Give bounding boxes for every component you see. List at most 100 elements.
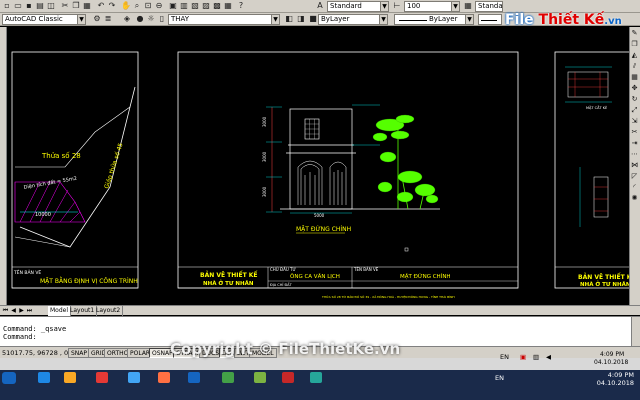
sheet-set-icon[interactable]: ▨ — [201, 1, 211, 11]
left-title-small: TÊN BẢN VẼ — [13, 268, 41, 276]
make-current-icon[interactable]: ◧ — [284, 14, 294, 24]
workspace-settings-icon[interactable]: ⚙ — [92, 14, 102, 24]
lineweight-combo[interactable] — [478, 14, 502, 25]
stretch-icon[interactable]: ⇲ — [630, 117, 639, 126]
markup-icon[interactable]: ▩ — [212, 1, 222, 11]
label-dimension: 10000 — [35, 212, 51, 218]
secondary-taskbar-strip: EN ▣ ▥ ◀ 4:09 PM 04.10.2018 — [0, 351, 640, 370]
extend-icon[interactable]: ⇥ — [630, 139, 639, 148]
mirror-icon[interactable]: ◭ — [630, 51, 639, 60]
clock-lower-time: 4:09 PM — [607, 371, 634, 379]
first-tab-icon[interactable]: ⏮ — [2, 307, 9, 315]
help-icon[interactable]: ? — [236, 1, 246, 11]
pan-icon[interactable]: ✋ — [121, 1, 131, 11]
chamfer-icon[interactable]: ◸ — [630, 172, 639, 181]
table-style-value: Standard — [478, 2, 503, 10]
layout-tabs: ⏮ ◀ ▶ ⏭ Model Layout1 Layout2 — [0, 305, 640, 316]
tray-lang-lower[interactable]: EN — [495, 373, 504, 383]
snap-toggle[interactable]: SNAP — [68, 348, 91, 358]
workspace-combo[interactable]: AutoCAD Classic ▼ — [2, 14, 86, 25]
join-icon[interactable]: ⋈ — [630, 161, 639, 170]
tab-layout2[interactable]: Layout2 — [94, 306, 124, 316]
drawing-canvas[interactable]: Thửa số 28 Giáp thửa số 45 Diện tích đất… — [0, 27, 640, 305]
prev-tab-icon[interactable]: ◀ — [10, 307, 17, 315]
draw-toolbar — [0, 27, 7, 305]
explode-icon[interactable]: ✺ — [630, 194, 639, 203]
chrome-icon[interactable] — [222, 372, 234, 383]
paste-icon[interactable]: ▦ — [82, 1, 92, 11]
sheet-left-titleblock: TÊN BẢN VẼ MẶT BẰNG ĐỊNH VỊ CÔNG TRÌNH — [12, 266, 138, 289]
scale-icon[interactable]: ⤢ — [630, 106, 639, 115]
elevation-caption: MẶT ĐỨNG CHÍNH — [296, 226, 351, 233]
design-center-icon[interactable]: ▥ — [179, 1, 189, 11]
firefox-icon[interactable] — [158, 372, 170, 383]
undo-icon[interactable]: ↶ — [96, 1, 106, 11]
layer-manager-icon[interactable]: ≣ — [103, 14, 113, 24]
layer-previous-icon[interactable]: ◨ — [296, 14, 306, 24]
layer-on-icon[interactable]: ● — [135, 14, 145, 24]
color-combo[interactable]: ByLayer ▼ — [318, 14, 388, 25]
app-teal-icon[interactable] — [310, 372, 322, 383]
save-icon[interactable]: ▪ — [24, 1, 34, 11]
array-icon[interactable]: ▦ — [630, 73, 639, 82]
copy-icon[interactable]: ❐ — [71, 1, 81, 11]
zoom-icon[interactable]: ⌕ — [132, 1, 142, 11]
properties-icon[interactable]: ▣ — [168, 1, 178, 11]
copy-object-icon[interactable]: ❐ — [630, 40, 639, 49]
tool-palettes-icon[interactable]: ▧ — [190, 1, 200, 11]
dim-style-value: 100 — [407, 2, 421, 10]
print-icon[interactable]: ▤ — [35, 1, 45, 11]
erase-icon[interactable]: ✎ — [630, 29, 639, 38]
network-icon[interactable]: ▥ — [533, 352, 539, 362]
move-icon[interactable]: ✥ — [630, 84, 639, 93]
new-icon[interactable]: ▫ — [2, 1, 12, 11]
layer-value: THAY — [171, 15, 190, 23]
copyright-watermark: Copyright © FileThietKe.vn — [170, 340, 401, 358]
trim-icon[interactable]: ✂ — [630, 128, 639, 137]
ie-icon[interactable] — [38, 372, 50, 383]
drawing-name-label: TÊN BẢN VẼ — [353, 267, 379, 272]
drawing-svg: Thửa số 28 Giáp thửa số 45 Diện tích đất… — [11, 51, 640, 299]
explorer-icon[interactable] — [64, 372, 76, 383]
offset-icon[interactable]: ⫽ — [630, 62, 639, 71]
color-swatch-icon: ■ — [309, 14, 317, 23]
right-caption: MẶT CẮT KÈ — [586, 105, 607, 110]
app-blue-icon[interactable] — [128, 372, 140, 383]
rotate-icon[interactable]: ↻ — [630, 95, 639, 104]
app-green-icon[interactable] — [254, 372, 266, 383]
label-road: Giáp thửa số 45 — [103, 142, 124, 190]
table-style-combo[interactable]: Standard — [475, 1, 503, 12]
zoom-window-icon[interactable]: ⊡ — [143, 1, 153, 11]
sheet-left-frame — [11, 51, 139, 289]
fillet-icon[interactable]: ◜ — [630, 183, 639, 192]
calculator-icon[interactable]: ▦ — [223, 1, 233, 11]
redo-icon[interactable]: ↷ — [107, 1, 117, 11]
layer-properties-icon[interactable]: ◈ — [122, 14, 132, 24]
last-tab-icon[interactable]: ⏭ — [26, 307, 33, 315]
text-style-value: Standard — [330, 2, 362, 10]
layer-combo[interactable]: THAY ▼ — [168, 14, 280, 25]
next-tab-icon[interactable]: ▶ — [18, 307, 25, 315]
app-red-icon[interactable] — [96, 372, 108, 383]
site-plan: Thửa số 28 Giáp thửa số 45 Diện tích đất… — [14, 86, 136, 248]
tray-lang-upper[interactable]: EN — [500, 352, 509, 362]
layer-freeze-icon[interactable]: ☼ — [146, 14, 156, 24]
text-style-combo[interactable]: Standard ▼ — [327, 1, 389, 12]
linetype-combo[interactable]: ByLayer ▼ — [394, 14, 474, 25]
antivirus-icon[interactable]: ▣ — [520, 352, 526, 362]
lineweight-preview — [481, 20, 497, 21]
break-icon[interactable]: ⋯ — [630, 150, 639, 159]
volume-icon[interactable]: ◀ — [546, 352, 551, 362]
command-scrollbar[interactable] — [631, 317, 640, 347]
tab-layout1[interactable]: Layout1 — [68, 306, 98, 316]
layer-lock-icon[interactable]: ▯ — [157, 14, 167, 24]
autocad-icon[interactable] — [282, 372, 294, 383]
open-icon[interactable]: ▭ — [13, 1, 23, 11]
start-button-icon[interactable] — [2, 372, 16, 384]
dim-style-combo[interactable]: 100 ▼ — [404, 1, 460, 12]
center-project-title-2: NHÀ Ở TƯ NHÂN — [203, 279, 254, 287]
preview-icon[interactable]: ◫ — [46, 1, 56, 11]
cut-icon[interactable]: ✂ — [60, 1, 70, 11]
word-icon[interactable] — [188, 372, 200, 383]
zoom-previous-icon[interactable]: ⊖ — [154, 1, 164, 11]
